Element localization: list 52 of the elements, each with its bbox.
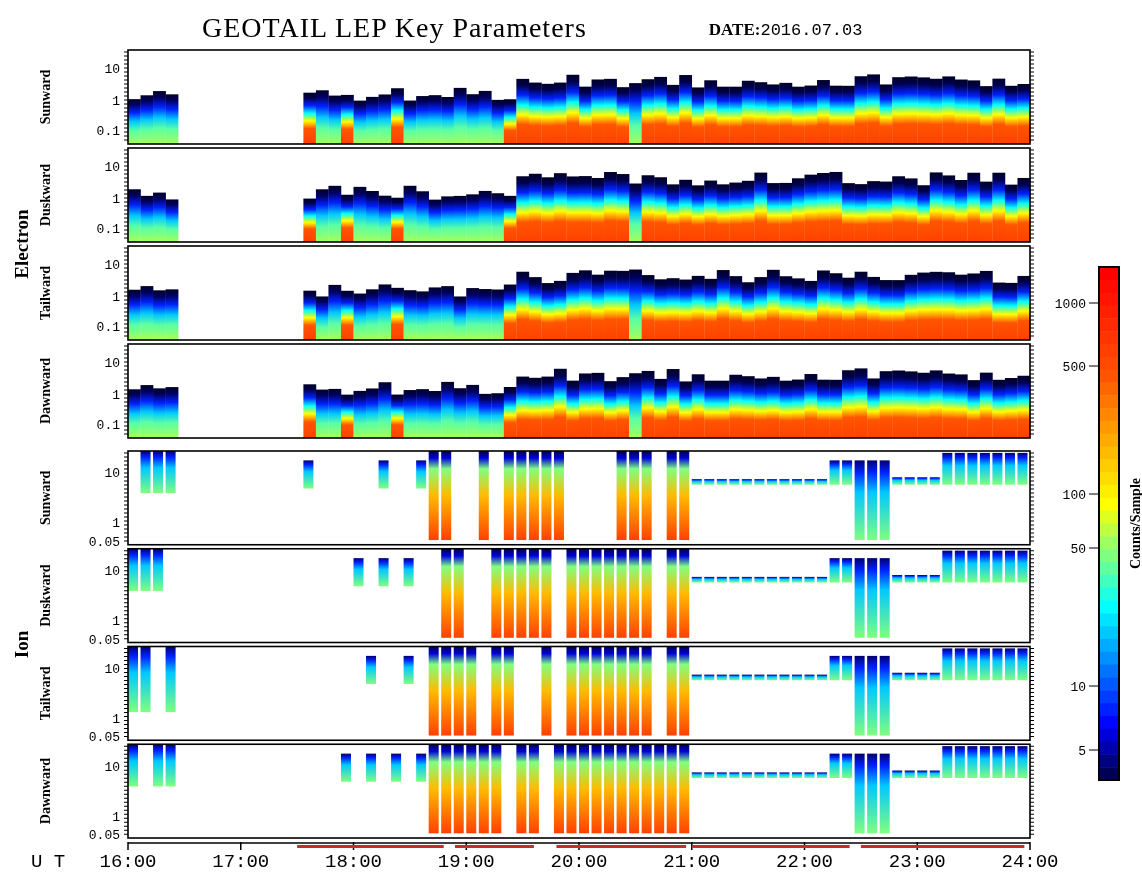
y-tick-label: 0.05 [88,632,120,648]
y-tick-label: 1 [112,516,120,532]
y-tick-label: 10 [104,661,120,677]
panel-label: Sunward [38,470,53,526]
y-tick-label: 1 [112,93,120,109]
x-tick-label: 16:00 [99,851,157,873]
group-label: Electron [11,209,32,279]
axis-label: U T [30,851,66,873]
y-tick-label: 0.1 [96,222,120,238]
y-tick-label: 1 [112,614,120,630]
panel-label: Sunward [38,69,53,125]
y-tick-label: 0.05 [88,828,120,844]
y-tick-label: 1 [112,711,120,727]
group-label: Ion [11,630,32,659]
y-tick-label: 1 [112,387,120,403]
panel-label: Duskward [38,564,53,627]
colorbar-tick-label: 500 [1062,360,1086,375]
x-tick-label: 21:00 [663,851,721,873]
y-tick-label: 0.05 [88,534,120,550]
panel-label: Duskward [38,163,53,227]
x-tick-label: 20:00 [550,851,608,873]
panel-label: Dawnward [38,357,53,425]
colorbar-tick-label: 5 [1078,744,1086,759]
y-tick-label: 1 [112,809,120,825]
colorbar-tick-label: 100 [1062,488,1086,503]
y-tick-label: 10 [104,466,120,482]
panel-label: Tailward [38,266,53,320]
y-tick-label: 10 [104,759,120,775]
x-tick-label: 23:00 [888,851,946,873]
x-tick-label: 18:00 [325,851,382,873]
plot-title: GEOTAIL LEP Key Parameters [202,14,587,45]
x-tick-label: 17:00 [212,851,270,873]
y-tick-label: 0.05 [88,730,120,746]
y-tick-label: 10 [104,61,120,77]
y-tick-label: 10 [104,257,120,273]
y-tick-label: 0.1 [96,418,120,434]
panel-label: Tailward [38,666,53,721]
y-tick-label: 1 [112,289,120,305]
x-tick-label: 22:00 [776,851,833,873]
x-tick-label: 19:00 [437,851,495,873]
y-tick-label: 10 [104,355,120,371]
y-tick-label: 10 [104,564,120,580]
y-tick-label: 10 [104,159,120,175]
panel-label: Dawnward [38,758,53,825]
colorbar-tick-label: 10 [1070,680,1086,695]
date-label: DATE:2016.07.03 [708,20,863,42]
y-tick-label: 1 [112,191,120,207]
colorbar-tick-label: 1000 [1054,297,1086,312]
y-tick-label: 0.1 [96,320,120,336]
colorbar-tick-label: 50 [1070,542,1086,557]
x-tick-label: 24:00 [1001,851,1059,873]
y-tick-label: 0.1 [96,124,120,140]
